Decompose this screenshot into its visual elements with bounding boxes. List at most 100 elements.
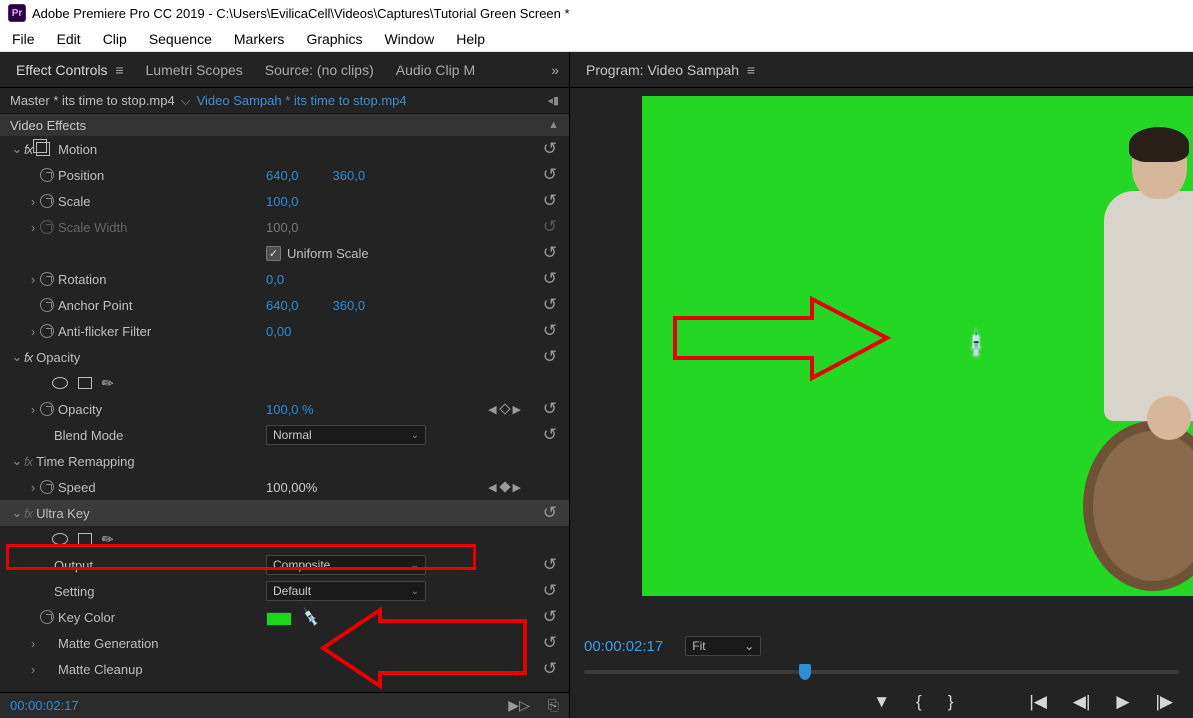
reset-icon[interactable]: ↺ [543, 581, 557, 601]
reset-icon[interactable]: ↺ [543, 347, 557, 367]
menu-sequence[interactable]: Sequence [149, 31, 212, 47]
fx-badge-icon[interactable]: fx [24, 454, 32, 469]
prop-scale[interactable]: › Scale 100,0 ↺ [0, 188, 569, 214]
prop-position[interactable]: Position 640,0360,0 ↺ [0, 162, 569, 188]
speed-value[interactable]: 100,00% [266, 480, 317, 495]
stopwatch-icon[interactable] [40, 298, 54, 312]
opacity-value[interactable]: 100,0 % [266, 402, 314, 417]
prop-rotation[interactable]: › Rotation 0,0 ↺ [0, 266, 569, 292]
rotation-value[interactable]: 0,0 [266, 272, 284, 287]
uniform-scale-checkbox[interactable]: ✓ [266, 246, 281, 261]
reset-icon[interactable]: ↺ [543, 243, 557, 263]
motion-transform-icon[interactable] [36, 142, 50, 156]
prop-uniform-scale[interactable]: ✓ Uniform Scale ↺ [0, 240, 569, 266]
menu-file[interactable]: File [12, 31, 35, 47]
setting-select[interactable]: Default⌄ [266, 581, 426, 601]
twirl-right-icon[interactable]: › [26, 194, 40, 209]
prop-antiflicker[interactable]: › Anti-flicker Filter 0,00 ↺ [0, 318, 569, 344]
prop-setting[interactable]: Setting Default⌄ ↺ [0, 578, 569, 604]
reset-icon[interactable]: ↺ [543, 425, 557, 445]
twirl-right-icon[interactable]: › [26, 272, 40, 287]
zoom-select[interactable]: Fit⌄ [685, 636, 761, 656]
effect-time-remapping[interactable]: ⌄ fx Time Remapping [0, 448, 569, 474]
prop-matte-generation[interactable]: › Matte Generation ↺ [0, 630, 569, 656]
twirl-down-icon[interactable]: ⌄ [10, 453, 24, 469]
reset-icon[interactable]: ↺ [543, 139, 557, 159]
effect-ultra-key[interactable]: ⌄ fx Ultra Key ↺ [0, 500, 569, 526]
prop-key-color[interactable]: Key Color 💉 ↺ [0, 604, 569, 630]
mark-out-icon[interactable]: } [948, 692, 954, 712]
reset-icon[interactable]: ↺ [543, 191, 557, 211]
reset-icon[interactable]: ↺ [543, 633, 557, 653]
stopwatch-icon[interactable] [40, 402, 54, 416]
menu-help[interactable]: Help [456, 31, 485, 47]
menu-markers[interactable]: Markers [234, 31, 285, 47]
footer-icon-1[interactable]: ▶▷ [508, 697, 530, 714]
eyedropper-icon[interactable]: 💉 [299, 607, 321, 628]
step-forward-icon[interactable]: |▶ [1156, 692, 1174, 712]
video-effects-header[interactable]: Video Effects ▲ [0, 114, 569, 136]
reset-icon[interactable]: ↺ [543, 555, 557, 575]
ellipse-mask-icon[interactable] [52, 533, 68, 545]
stopwatch-icon[interactable] [40, 480, 54, 494]
effect-motion[interactable]: ⌄ fx Motion ↺ [0, 136, 569, 162]
reset-icon[interactable]: ↺ [543, 399, 557, 419]
menu-clip[interactable]: Clip [103, 31, 127, 47]
twirl-right-icon[interactable]: › [26, 402, 40, 417]
rectangle-mask-icon[interactable] [78, 533, 92, 545]
go-to-in-icon[interactable]: |◀ [1029, 692, 1047, 712]
twirl-down-icon[interactable]: ⌄ [10, 349, 24, 365]
key-color-swatch[interactable] [266, 612, 292, 626]
fx-badge-icon[interactable]: fx [24, 142, 32, 157]
mark-in-icon[interactable]: { [916, 692, 922, 712]
fx-badge-icon[interactable]: fx [24, 506, 32, 521]
stopwatch-icon[interactable] [40, 168, 54, 182]
prop-matte-cleanup[interactable]: › Matte Cleanup ↺ [0, 656, 569, 682]
stopwatch-icon[interactable] [40, 324, 54, 338]
twirl-right-icon[interactable]: › [26, 480, 40, 495]
rectangle-mask-icon[interactable] [78, 377, 92, 389]
twirl-right-icon[interactable]: › [26, 324, 40, 339]
keyframe-nav[interactable]: ◀ ▶ [488, 481, 521, 494]
reset-icon[interactable]: ↺ [543, 659, 557, 679]
effect-opacity[interactable]: ⌄ fx Opacity ↺ [0, 344, 569, 370]
playhead-icon[interactable] [799, 664, 811, 680]
reset-icon[interactable]: ↺ [543, 321, 557, 341]
pen-mask-icon[interactable]: ✎ [98, 529, 118, 550]
timecode[interactable]: 00:00:02:17 [10, 698, 79, 713]
reset-icon[interactable]: ↺ [543, 269, 557, 289]
timeline-scrubber[interactable] [584, 670, 1179, 674]
stopwatch-icon[interactable] [40, 272, 54, 286]
reset-icon[interactable]: ↺ [543, 295, 557, 315]
keyframe-nav[interactable]: ◀ ▶ [488, 403, 521, 416]
pen-mask-icon[interactable]: ✎ [98, 373, 118, 394]
stopwatch-icon[interactable] [40, 194, 54, 208]
fx-badge-icon[interactable]: fx [24, 350, 32, 365]
twirl-right-icon[interactable]: › [26, 662, 40, 677]
tab-lumetri-scopes[interactable]: Lumetri Scopes [146, 62, 243, 78]
twirl-right-icon[interactable]: › [26, 636, 40, 651]
stopwatch-icon[interactable] [40, 610, 54, 624]
prop-blend-mode[interactable]: Blend Mode Normal⌄ ↺ [0, 422, 569, 448]
reset-icon[interactable]: ↺ [543, 607, 557, 627]
reset-icon[interactable]: ↺ [543, 165, 557, 185]
prop-output[interactable]: Output Composite⌄ ↺ [0, 552, 569, 578]
step-back-icon[interactable]: ◀| [1073, 692, 1091, 712]
scale-value[interactable]: 100,0 [266, 194, 299, 209]
menu-edit[interactable]: Edit [57, 31, 81, 47]
prop-anchor-point[interactable]: Anchor Point 640,0360,0 ↺ [0, 292, 569, 318]
tab-program[interactable]: Program: Video Sampah ≡ [586, 62, 755, 78]
ellipse-mask-icon[interactable] [52, 377, 68, 389]
blend-mode-select[interactable]: Normal⌄ [266, 425, 426, 445]
master-clip-label[interactable]: Master * its time to stop.mp4 [10, 93, 175, 108]
twirl-down-icon[interactable]: ⌄ [10, 141, 24, 157]
menu-graphics[interactable]: Graphics [306, 31, 362, 47]
sequence-clip-link[interactable]: Video Sampah * its time to stop.mp4 [197, 93, 407, 108]
tab-audio-clip[interactable]: Audio Clip M [396, 62, 475, 78]
output-select[interactable]: Composite⌄ [266, 555, 426, 575]
menu-window[interactable]: Window [384, 31, 434, 47]
video-viewport[interactable]: 💉 [642, 96, 1193, 596]
program-timecode[interactable]: 00:00:02:17 [584, 638, 663, 655]
footer-icon-2[interactable]: ⎘ [548, 697, 559, 714]
antiflicker-value[interactable]: 0,00 [266, 324, 291, 339]
